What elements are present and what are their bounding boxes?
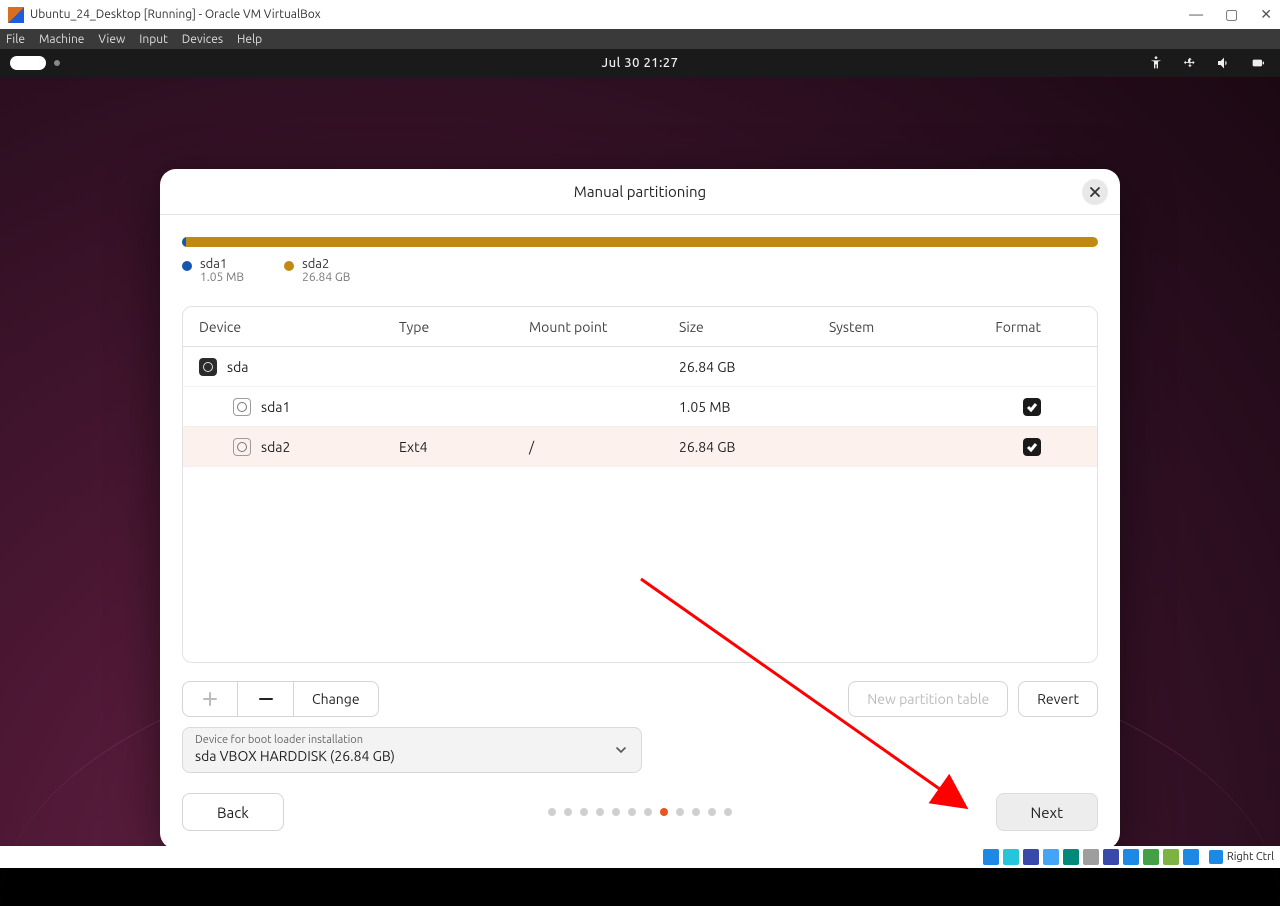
legend-size: 1.05 MB	[200, 271, 244, 284]
col-type: Type	[399, 319, 529, 335]
installer-dialog: Manual partitioning sda11.05 MB sda226.8…	[160, 169, 1120, 849]
gnome-topbar: Jul 30 21:27	[0, 49, 1280, 77]
clock[interactable]: Jul 30 21:27	[602, 56, 679, 70]
network-icon[interactable]	[1182, 55, 1198, 71]
change-partition-button[interactable]: Change	[294, 681, 379, 717]
legend-dot	[182, 261, 192, 271]
format-checkbox[interactable]	[1023, 438, 1041, 456]
menu-view[interactable]: View	[98, 33, 125, 46]
status-recording-icon[interactable]	[1123, 849, 1139, 865]
guest-desktop: Jul 30 21:27 Manual partitioning sda11.0…	[0, 49, 1280, 846]
virtualbox-icon	[8, 7, 24, 23]
remove-partition-button[interactable]	[238, 681, 294, 717]
status-usb-icon[interactable]	[1063, 849, 1079, 865]
legend-dot	[284, 261, 294, 271]
format-checkbox[interactable]	[1023, 398, 1041, 416]
partition-table: Device Type Mount point Size System Form…	[182, 306, 1098, 663]
status-mouse-icon[interactable]	[1163, 849, 1179, 865]
window-maximize-icon[interactable]: ▢	[1225, 6, 1238, 23]
partition-legend: sda11.05 MB sda226.84 GB	[182, 257, 1098, 284]
vbox-title: Ubuntu_24_Desktop [Running] - Oracle VM …	[30, 8, 321, 21]
legend-item-sda1: sda11.05 MB	[182, 257, 244, 284]
vbox-titlebar: Ubuntu_24_Desktop [Running] - Oracle VM …	[0, 0, 1280, 29]
menu-input[interactable]: Input	[139, 33, 168, 46]
status-audio-icon[interactable]	[1023, 849, 1039, 865]
accessibility-icon[interactable]	[1148, 55, 1164, 71]
cell-mount: /	[529, 439, 679, 455]
cell-size: 26.84 GB	[679, 439, 829, 455]
workspace-dot[interactable]	[54, 60, 60, 66]
system-tray[interactable]	[1148, 55, 1280, 71]
col-mount: Mount point	[529, 319, 679, 335]
back-button[interactable]: Back	[182, 793, 284, 831]
col-format: Format	[979, 319, 1081, 335]
bootloader-value: sda VBOX HARDDISK (26.84 GB)	[195, 748, 629, 764]
col-device: Device	[199, 319, 399, 335]
cell-type: Ext4	[399, 439, 529, 455]
vbox-menubar[interactable]: File Machine View Input Devices Help	[0, 29, 1280, 49]
disk-usage-bar	[182, 237, 1098, 247]
status-display-icon[interactable]	[1103, 849, 1119, 865]
cell-device: sda	[227, 359, 248, 375]
host-key-icon	[1209, 850, 1223, 864]
power-icon[interactable]	[1250, 55, 1266, 71]
cell-size: 1.05 MB	[679, 399, 829, 415]
volume-icon[interactable]	[1216, 55, 1232, 71]
minus-icon	[259, 692, 273, 706]
revert-button[interactable]: Revert	[1018, 681, 1098, 717]
status-shared-folder-icon[interactable]	[1083, 849, 1099, 865]
partition-actions: Change New partition table Revert	[182, 681, 1098, 717]
bootloader-device-select[interactable]: Device for boot loader installation sda …	[182, 727, 642, 773]
disk-icon	[199, 358, 217, 376]
close-button[interactable]	[1082, 179, 1108, 205]
step-dots	[548, 808, 732, 816]
status-network-icon[interactable]	[1043, 849, 1059, 865]
table-row[interactable]: sda2 Ext4 / 26.84 GB	[183, 427, 1097, 467]
plus-icon	[203, 692, 217, 706]
menu-file[interactable]: File	[6, 33, 25, 46]
window-close-icon[interactable]: ✕	[1260, 6, 1272, 23]
partition-icon	[233, 398, 251, 416]
col-system: System	[829, 319, 979, 335]
table-header: Device Type Mount point Size System Form…	[183, 307, 1097, 347]
status-keyboard-icon[interactable]	[1183, 849, 1199, 865]
col-size: Size	[679, 319, 829, 335]
partition-icon	[233, 438, 251, 456]
table-row[interactable]: sda1 1.05 MB	[183, 387, 1097, 427]
legend-name: sda2	[302, 257, 350, 271]
menu-devices[interactable]: Devices	[182, 33, 223, 46]
next-button[interactable]: Next	[996, 793, 1098, 831]
dialog-header: Manual partitioning	[160, 169, 1120, 215]
dialog-title: Manual partitioning	[574, 183, 706, 200]
menu-machine[interactable]: Machine	[39, 33, 84, 46]
window-minimize-icon[interactable]: —	[1189, 6, 1203, 23]
bootloader-label: Device for boot loader installation	[195, 734, 629, 746]
cell-size: 26.84 GB	[679, 359, 829, 375]
vbox-statusbar: Right Ctrl	[0, 846, 1280, 868]
status-cpu-icon[interactable]	[1143, 849, 1159, 865]
legend-size: 26.84 GB	[302, 271, 350, 284]
status-hdd-icon[interactable]	[983, 849, 999, 865]
table-row[interactable]: sda 26.84 GB	[183, 347, 1097, 387]
host-key-label: Right Ctrl	[1227, 851, 1274, 863]
close-icon	[1089, 186, 1101, 198]
cell-device: sda1	[261, 399, 290, 415]
legend-name: sda1	[200, 257, 244, 271]
activities-pill[interactable]	[10, 56, 46, 70]
new-partition-table-button[interactable]: New partition table	[848, 681, 1008, 717]
legend-item-sda2: sda226.84 GB	[284, 257, 350, 284]
status-optical-icon[interactable]	[1003, 849, 1019, 865]
cell-device: sda2	[261, 439, 290, 455]
chevron-down-icon	[615, 744, 627, 756]
add-partition-button[interactable]	[182, 681, 238, 717]
menu-help[interactable]: Help	[237, 33, 262, 46]
dialog-footer: Back Next	[182, 793, 1098, 831]
